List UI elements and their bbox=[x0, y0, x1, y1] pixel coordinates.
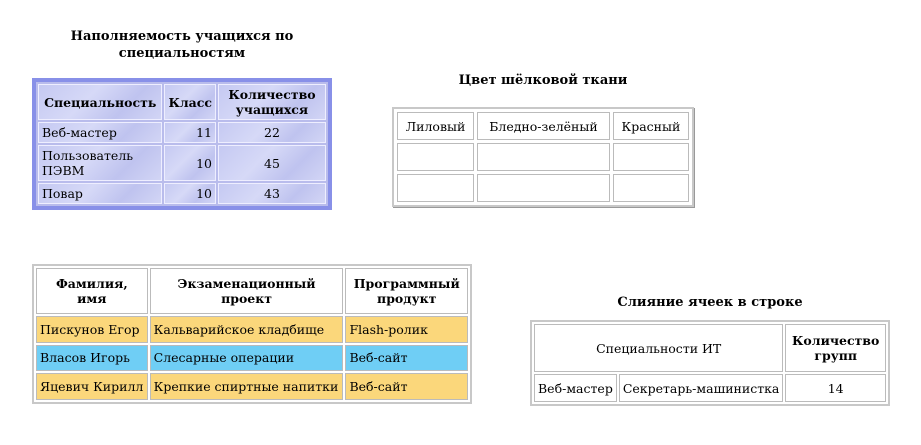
header-group-count: Количество групп bbox=[785, 324, 886, 372]
cell-specialty: Пользователь ПЭВМ bbox=[38, 145, 163, 181]
cell-class: 11 bbox=[164, 122, 216, 143]
table1-caption: Наполняемость учащихся по специальностям bbox=[70, 29, 294, 61]
cell-product: Веб-сайт bbox=[345, 344, 468, 372]
empty-cell bbox=[397, 143, 475, 171]
header-name: Фамилия, имя bbox=[36, 268, 148, 314]
empty-cell bbox=[397, 174, 475, 202]
header-pale-green: Бледно-зелёный bbox=[477, 112, 610, 140]
empty-cell bbox=[477, 143, 610, 171]
cell-project: Кальварийское кладбище bbox=[149, 315, 344, 343]
header-exam-project: Экзаменационный проект bbox=[149, 268, 344, 314]
cell-product: Flash-ролик bbox=[345, 315, 468, 343]
cell-count: 14 bbox=[785, 374, 886, 402]
table-row: Пользователь ПЭВМ 10 45 bbox=[38, 145, 326, 181]
cell-class: 10 bbox=[164, 183, 216, 204]
cell-product: Веб-сайт bbox=[345, 373, 468, 400]
cell-students: 45 bbox=[217, 145, 326, 181]
header-specialty: Специальность bbox=[38, 84, 163, 120]
cell-specialty-2: Секретарь-машинистка bbox=[618, 374, 784, 402]
cell-name: Власов Игорь bbox=[36, 344, 148, 372]
cell-specialty: Повар bbox=[38, 183, 163, 204]
table-header-row: Лиловый Бледно-зелёный Красный bbox=[397, 112, 689, 140]
header-it-specialties: Специальности ИТ bbox=[534, 324, 784, 372]
cell-students: 22 bbox=[217, 122, 326, 143]
silk-color-table: Лиловый Бледно-зелёный Красный bbox=[392, 107, 694, 207]
empty-cell bbox=[612, 174, 689, 202]
empty-cell bbox=[612, 143, 689, 171]
cell-specialty: Веб-мастер bbox=[38, 122, 163, 143]
cell-project: Слесарные операции bbox=[149, 344, 344, 372]
exam-projects-table: Фамилия, имя Экзаменационный проект Прог… bbox=[32, 264, 472, 404]
table-row: Власов Игорь Слесарные операции Веб-сайт bbox=[36, 344, 468, 372]
header-lilac: Лиловый bbox=[397, 112, 475, 140]
enrollment-table: Специальность Класс Количество учащихся … bbox=[32, 78, 332, 210]
header-class: Класс bbox=[164, 84, 216, 120]
header-students: Количество учащихся bbox=[217, 84, 326, 120]
cell-specialty-1: Веб-мастер bbox=[534, 374, 617, 402]
merged-cells-table: Специальности ИТ Количество групп Веб-ма… bbox=[530, 320, 890, 406]
table-row: Веб-мастер Секретарь-машинистка 14 bbox=[534, 374, 886, 402]
table-row: Пискунов Егор Кальварийское кладбище Fla… bbox=[36, 315, 468, 343]
table-row: Веб-мастер 11 22 bbox=[38, 122, 326, 143]
cell-students: 43 bbox=[217, 183, 326, 204]
header-red: Красный bbox=[612, 112, 689, 140]
table-row bbox=[397, 143, 689, 171]
cell-project: Крепкие спиртные напитки bbox=[149, 373, 344, 400]
empty-cell bbox=[477, 174, 610, 202]
table-header-row: Специальность Класс Количество учащихся bbox=[38, 84, 326, 120]
table-row: Яцевич Кирилл Крепкие спиртные напитки В… bbox=[36, 373, 468, 400]
cell-class: 10 bbox=[164, 145, 216, 181]
header-software-product: Программный продукт bbox=[345, 268, 468, 314]
table4-caption: Слияние ячеек в строке bbox=[617, 295, 803, 310]
cell-name: Яцевич Кирилл bbox=[36, 373, 148, 400]
table2-caption: Цвет шёлковой ткани bbox=[458, 73, 628, 88]
cell-name: Пискунов Егор bbox=[36, 315, 148, 343]
table-row bbox=[397, 174, 689, 202]
table-header-row: Специальности ИТ Количество групп bbox=[534, 324, 886, 372]
table-row: Повар 10 43 bbox=[38, 183, 326, 204]
table-header-row: Фамилия, имя Экзаменационный проект Прог… bbox=[36, 268, 468, 314]
